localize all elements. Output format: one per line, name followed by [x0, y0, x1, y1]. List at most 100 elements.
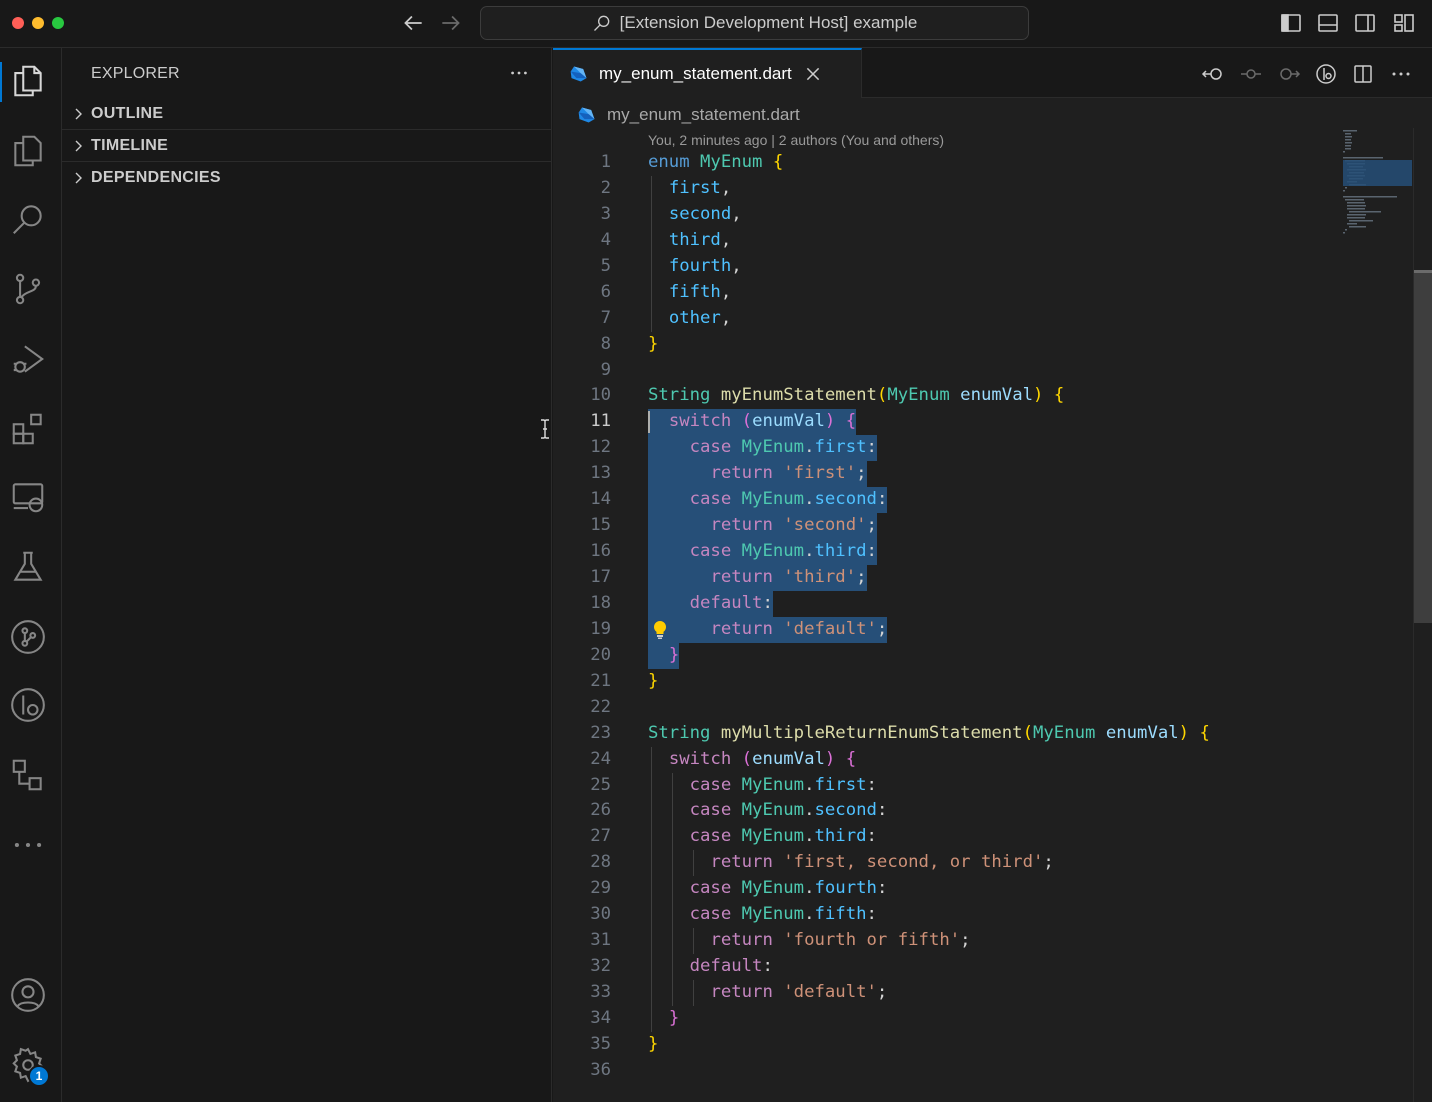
code-line[interactable]: 14 case MyEnum.second:	[553, 487, 1343, 514]
testing-icon[interactable]	[9, 548, 47, 586]
code-text: case MyEnum.third:	[648, 539, 877, 566]
code-line[interactable]: 18 default:	[553, 590, 1343, 617]
code-line[interactable]: 17 return 'third';	[553, 565, 1343, 591]
line-number: 26	[590, 800, 611, 821]
code-line[interactable]: 22	[553, 695, 1343, 721]
code-text: String myMultipleReturnEnumStatement(MyE…	[648, 722, 1210, 743]
code-line[interactable]: 2 first,	[553, 175, 1343, 202]
line-number: 1	[600, 152, 611, 172]
code-text: third,	[668, 229, 732, 250]
line-number: 21	[590, 670, 611, 691]
line-number: 35	[590, 1033, 611, 1054]
code-line[interactable]: 10 String myEnumStatement(MyEnum enumVal)…	[553, 383, 1343, 409]
title-bar: [Extension Development Host] example	[0, 0, 1432, 48]
files-icon[interactable]	[9, 132, 47, 170]
scrollbar-thumb[interactable]	[1414, 273, 1432, 623]
line-number: 2	[600, 177, 611, 198]
more-actions-icon[interactable]	[508, 62, 530, 84]
code-text: case MyEnum.fourth:	[689, 878, 888, 899]
code-text: switch (enumVal) {	[648, 409, 857, 436]
more-actions-icon[interactable]	[1389, 62, 1413, 86]
toggle-panel-icon[interactable]	[1316, 11, 1340, 35]
code-line[interactable]: 25 case MyEnum.first:	[553, 772, 1343, 799]
explorer-icon[interactable]	[9, 62, 47, 100]
arrow-left-icon[interactable]	[400, 10, 426, 36]
git-graph-icon[interactable]	[9, 618, 47, 656]
close-window-button[interactable]	[12, 17, 24, 29]
more-views-icon[interactable]	[9, 826, 47, 864]
toggle-primary-sidebar-icon[interactable]	[1279, 11, 1303, 35]
code-line[interactable]: 21}	[553, 669, 1343, 695]
code-line[interactable]: 29 case MyEnum.fourth:	[553, 876, 1343, 903]
code-line[interactable]: 13 return 'first';	[553, 461, 1343, 488]
code-text: return 'fourth or fifth';	[710, 930, 971, 951]
code-text: return 'default';	[648, 616, 888, 643]
split-editor-icon[interactable]	[1351, 62, 1375, 86]
codelens-blame[interactable]: You, 2 minutes ago | 2 authors (You and …	[648, 132, 944, 148]
code-line[interactable]: 31 return 'fourth or fifth';	[553, 928, 1343, 955]
code-line[interactable]: 30 case MyEnum.fifth:	[553, 902, 1343, 929]
outline-section[interactable]: OUTLINE	[62, 98, 552, 130]
code-line[interactable]: 8}	[553, 332, 1343, 358]
code-line[interactable]: 33 return 'default';	[553, 980, 1343, 1006]
source-control-icon[interactable]	[9, 270, 47, 308]
dependencies-section[interactable]: DEPENDENCIES	[62, 162, 552, 194]
line-number: 10	[590, 385, 611, 406]
dependencies-section-label: DEPENDENCIES	[91, 169, 221, 186]
search-icon	[593, 15, 610, 31]
code-line[interactable]: 6 fifth,	[553, 279, 1343, 306]
text-cursor-icon	[541, 419, 549, 439]
run-and-debug-icon[interactable]	[9, 340, 47, 378]
command-center-search[interactable]: [Extension Development Host] example	[480, 6, 1029, 40]
code-line[interactable]: 34 }	[553, 1005, 1343, 1032]
code-line[interactable]: 12 case MyEnum.first:	[553, 435, 1343, 462]
code-text: return 'default';	[710, 982, 888, 1002]
maximize-window-button[interactable]	[52, 17, 64, 29]
commit-icon[interactable]	[1239, 62, 1263, 86]
code-line[interactable]: 15 return 'second';	[553, 513, 1343, 540]
account-icon[interactable]	[9, 976, 47, 1014]
previous-change-icon[interactable]	[1201, 62, 1225, 86]
line-number: 19	[590, 618, 611, 639]
text-caret	[648, 411, 650, 434]
code-line[interactable]: 7 other,	[553, 305, 1343, 332]
minimize-window-button[interactable]	[32, 17, 44, 29]
gitlens-icon[interactable]	[9, 686, 47, 724]
code-line[interactable]: 19 return 'default';	[553, 616, 1343, 643]
gitlens-compare-icon[interactable]	[1314, 62, 1338, 86]
extensions-icon[interactable]	[9, 410, 47, 448]
timeline-section[interactable]: TIMELINE	[62, 130, 552, 162]
code-line[interactable]: 3 second,	[553, 201, 1343, 228]
code-line[interactable]: 4 third,	[553, 227, 1343, 254]
close-icon[interactable]	[804, 65, 822, 83]
code-line[interactable]: 11 switch (enumVal) {	[553, 409, 1343, 436]
code-editor[interactable]: 1 enum MyEnum {2 first, 3 second, 4 third, 5…	[553, 150, 1343, 1084]
code-line[interactable]: 27 case MyEnum.third:	[553, 824, 1343, 851]
lightbulb-icon[interactable]	[651, 620, 669, 640]
code-line[interactable]: 26 case MyEnum.second:	[553, 798, 1343, 825]
code-line[interactable]: 36	[553, 1058, 1343, 1084]
tab-my-enum-statement[interactable]: my_enum_statement.dart	[553, 48, 862, 98]
remote-explorer-icon[interactable]	[9, 478, 47, 516]
code-line[interactable]: 1 enum MyEnum {	[553, 150, 1343, 176]
flutter-tree-icon[interactable]	[9, 756, 47, 794]
customize-layout-icon[interactable]	[1392, 11, 1416, 35]
code-line[interactable]: 16 case MyEnum.third:	[553, 539, 1343, 566]
arrow-right-icon[interactable]	[438, 10, 464, 36]
code-line[interactable]: 23 String myMultipleReturnEnumStatement(M…	[553, 721, 1343, 747]
code-line[interactable]: 24 switch (enumVal) {	[553, 746, 1343, 773]
minimap[interactable]	[1341, 128, 1413, 268]
code-line[interactable]: 5 fourth,	[553, 253, 1343, 280]
line-number: 17	[590, 567, 611, 587]
code-line[interactable]: 20 }	[553, 642, 1343, 669]
code-line[interactable]: 9	[553, 358, 1343, 384]
line-number: 13	[590, 463, 611, 484]
code-line[interactable]: 32 default:	[553, 954, 1343, 980]
toggle-secondary-sidebar-icon[interactable]	[1353, 11, 1377, 35]
search-icon[interactable]	[9, 200, 47, 238]
next-change-icon[interactable]	[1277, 62, 1301, 86]
breadcrumb[interactable]: my_enum_statement.dart	[577, 104, 800, 126]
code-line[interactable]: 35}	[553, 1032, 1343, 1058]
code-line[interactable]: 28 return 'first, second, or third';	[553, 850, 1343, 877]
breadcrumb-file[interactable]: my_enum_statement.dart	[607, 105, 800, 125]
